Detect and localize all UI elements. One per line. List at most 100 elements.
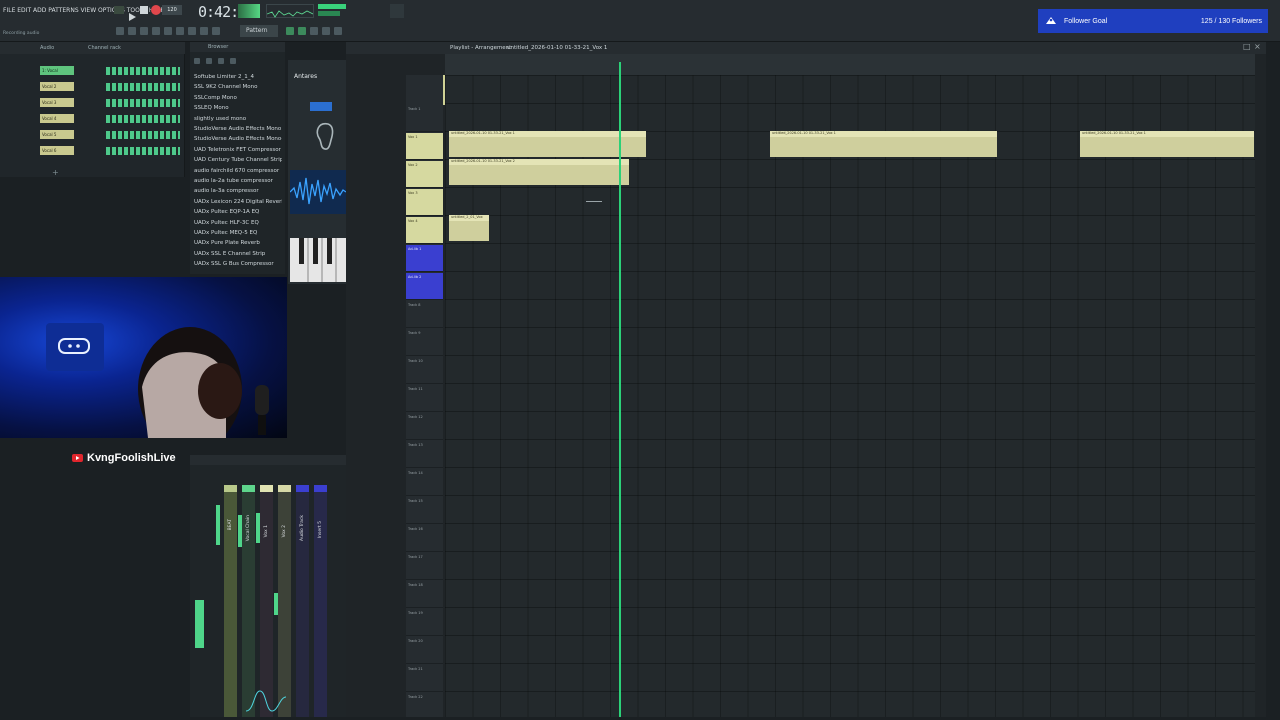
mixer-strip-label: Vox 1 bbox=[264, 525, 269, 538]
audio-clip[interactable]: untitled_2026-01-10 01-33-21_Vox 2 bbox=[449, 159, 629, 185]
browser-item[interactable]: UADx Pultec EQP-1A EQ bbox=[194, 209, 282, 215]
stop-button[interactable] bbox=[140, 6, 148, 14]
playlist-icon[interactable] bbox=[286, 27, 294, 35]
track-header[interactable]: Track 9 bbox=[406, 329, 443, 356]
keyboard-preview bbox=[290, 238, 346, 282]
play-button[interactable] bbox=[128, 6, 136, 25]
track-header[interactable]: Track 19 bbox=[406, 609, 443, 636]
browser-item[interactable]: audio la-2a tube compressor bbox=[194, 178, 282, 184]
track-header[interactable]: Track 13 bbox=[406, 441, 443, 468]
pencil-icon[interactable] bbox=[128, 27, 136, 35]
track-header[interactable]: Track 21 bbox=[406, 665, 443, 692]
memory-meter bbox=[390, 4, 404, 18]
track-header[interactable]: Track 17 bbox=[406, 553, 443, 580]
pattern-selector[interactable]: Pattern bbox=[240, 25, 278, 37]
channel-rack-icon[interactable] bbox=[322, 27, 330, 35]
select-icon[interactable] bbox=[200, 27, 208, 35]
tempo-display[interactable]: 120 bbox=[162, 5, 182, 15]
track-label: Track 17 bbox=[408, 555, 423, 559]
browser-item[interactable]: UADx SSL G Bus Compressor bbox=[194, 261, 282, 267]
track-header[interactable]: Vox 3 bbox=[406, 189, 443, 216]
channel-row[interactable]: Vocal 5 bbox=[4, 130, 182, 141]
add-channel-icon[interactable]: + bbox=[52, 168, 59, 177]
browser-item[interactable]: UAD Century Tube Channel Strip bbox=[194, 157, 282, 163]
browser-item[interactable]: StudioVerse Audio Effects Mono-Stereo bbox=[194, 136, 282, 142]
close-icon[interactable]: × bbox=[1254, 42, 1261, 51]
track-header[interactable]: Track 1 bbox=[406, 105, 443, 132]
delete-icon[interactable] bbox=[152, 27, 160, 35]
track-label: Track 14 bbox=[408, 471, 423, 475]
browser-item[interactable]: audio la-3a compressor bbox=[194, 188, 282, 194]
track-header[interactable]: Track 20 bbox=[406, 637, 443, 664]
track-header[interactable]: Track 16 bbox=[406, 525, 443, 552]
track-header[interactable]: Track 15 bbox=[406, 497, 443, 524]
star-icon[interactable] bbox=[230, 58, 236, 64]
pitch-meter bbox=[318, 11, 340, 16]
track-header[interactable]: Vox 1 bbox=[406, 133, 443, 160]
track-header[interactable]: Track 14 bbox=[406, 469, 443, 496]
folder-icon[interactable] bbox=[206, 58, 212, 64]
mute-icon[interactable] bbox=[164, 27, 172, 35]
audio-clip[interactable]: untitled_2026-01-10 01-33-21_Vox 1 bbox=[449, 131, 646, 157]
record-button[interactable] bbox=[151, 5, 161, 15]
playlist-titlebar: Playlist - Arrangement untitled_2026-01-… bbox=[346, 42, 1266, 54]
track-label: Track 22 bbox=[408, 695, 423, 699]
channel-row[interactable]: Vocal 6 bbox=[4, 146, 182, 157]
browser-item[interactable]: audio fairchild 670 compressor bbox=[194, 168, 282, 174]
back-icon[interactable] bbox=[194, 58, 200, 64]
track-label: Track 21 bbox=[408, 667, 423, 671]
browser-item[interactable]: UADx SSL E Channel Strip bbox=[194, 251, 282, 257]
plugin-select-button[interactable] bbox=[310, 102, 332, 111]
browser-item[interactable]: Softube Limiter 2_1_4 bbox=[194, 74, 282, 80]
browser-item[interactable]: UAD Teletronix FET Compressor bbox=[194, 147, 282, 153]
browser-icon[interactable] bbox=[310, 27, 318, 35]
track-header[interactable]: Ad-lib 2 bbox=[406, 273, 443, 300]
mixer-icon[interactable] bbox=[334, 27, 342, 35]
channel-row[interactable]: Vocal 3 bbox=[4, 98, 182, 109]
track-label: Track 16 bbox=[408, 527, 423, 531]
slip-icon[interactable] bbox=[176, 27, 184, 35]
track-header[interactable]: Vox 4 bbox=[406, 217, 443, 244]
channel-row[interactable]: Vocal 4 bbox=[4, 114, 182, 125]
browser-item[interactable]: UADx Pure Plate Reverb bbox=[194, 240, 282, 246]
browser-item[interactable]: SSLComp Mono bbox=[194, 95, 282, 101]
track-header[interactable]: Track 12 bbox=[406, 413, 443, 440]
pattern-song-toggle[interactable] bbox=[114, 6, 124, 14]
slice-icon[interactable] bbox=[188, 27, 196, 35]
browser-item[interactable]: SSLEQ Mono bbox=[194, 105, 282, 111]
mixer-strip-label: BEAT bbox=[228, 519, 233, 531]
browser-item[interactable]: UADx Pultec HLF-3C EQ bbox=[194, 220, 282, 226]
follower-goal-label: Follower Goal bbox=[1064, 17, 1108, 25]
time-marker-lane[interactable] bbox=[445, 63, 1255, 75]
track-header[interactable]: Track 11 bbox=[406, 385, 443, 412]
channel-rack-filter[interactable]: Audio bbox=[40, 45, 54, 51]
audio-clip[interactable]: untitled_2026-01-10 01-33-21_Vox 1 bbox=[770, 131, 997, 157]
browser-item[interactable]: UADx Lexicon 224 Digital Reverb bbox=[194, 199, 282, 205]
browser-title: Browser bbox=[208, 44, 229, 50]
track-header[interactable]: Ad-lib 1 bbox=[406, 245, 443, 272]
timeline-ruler[interactable] bbox=[445, 54, 1255, 63]
paint-icon[interactable] bbox=[140, 27, 148, 35]
maximize-icon[interactable]: □ bbox=[1243, 42, 1251, 51]
browser-item[interactable]: slightly used mono bbox=[194, 116, 282, 122]
playlist-grid[interactable]: untitled_2026-01-10 01-33-21_Vox 1 untit… bbox=[445, 75, 1255, 717]
track-header[interactable]: Track 10 bbox=[406, 357, 443, 384]
zoom-icon[interactable] bbox=[212, 27, 220, 35]
search-icon[interactable] bbox=[218, 58, 224, 64]
playhead[interactable] bbox=[619, 62, 621, 717]
track-header[interactable]: Track 22 bbox=[406, 693, 443, 720]
browser-item[interactable]: UADx Pultec MEQ-5 EQ bbox=[194, 230, 282, 236]
audio-clip[interactable]: untitled_2_01_Vox bbox=[449, 215, 489, 241]
snap-icon[interactable] bbox=[116, 27, 124, 35]
track-header[interactable]: Track 8 bbox=[406, 301, 443, 328]
audio-clip[interactable]: untitled_2026-01-10 01-33-21_Vox 1 bbox=[1080, 131, 1254, 157]
browser-item[interactable]: StudioVerse Audio Effects Mono bbox=[194, 126, 282, 132]
browser-item[interactable]: SSL 9K2 Channel Mono bbox=[194, 84, 282, 90]
track-label: Track 13 bbox=[408, 443, 423, 447]
piano-roll-icon[interactable] bbox=[298, 27, 306, 35]
track-label: Ad-lib 2 bbox=[408, 275, 422, 279]
track-header[interactable]: Vox 2 bbox=[406, 161, 443, 188]
channel-row[interactable]: 1: Vocal bbox=[4, 66, 182, 77]
channel-row[interactable]: Vocal 2 bbox=[4, 82, 182, 93]
track-header[interactable]: Track 18 bbox=[406, 581, 443, 608]
